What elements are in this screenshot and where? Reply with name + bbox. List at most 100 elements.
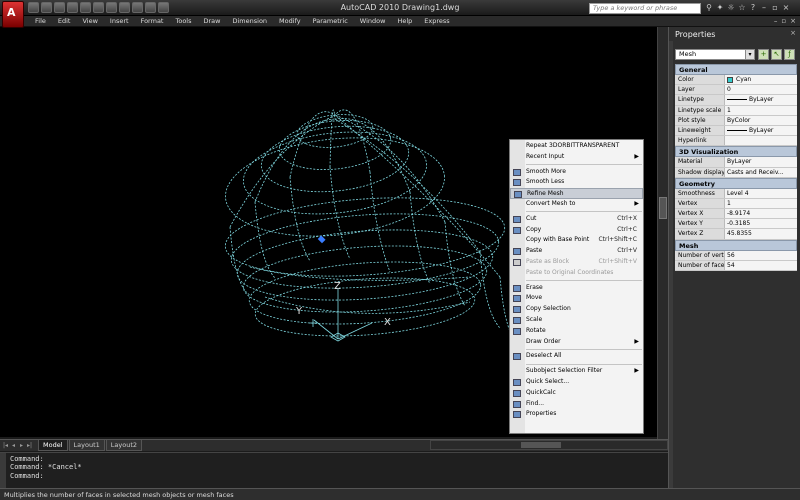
section-mesh[interactable]: Mesh [675,239,797,251]
steering-wheel-icon[interactable] [145,2,156,13]
menu-item-copy[interactable]: Copy Ctrl+C [510,225,643,236]
maximize-icon[interactable]: ▫ [770,2,780,13]
menu-dimension[interactable]: Dimension [226,16,273,27]
help-icon[interactable]: ? [748,2,758,13]
palette-side-strip[interactable] [669,41,673,488]
communication-icon[interactable]: ☼ [726,2,736,13]
menu-window[interactable]: Window [354,16,392,27]
doc-restore-icon[interactable]: ▫ [781,16,786,27]
menu-tools[interactable]: Tools [169,16,197,27]
first-tab-icon[interactable]: |◂ [2,441,9,450]
last-tab-icon[interactable]: ▸| [26,441,33,450]
menu-item-move[interactable]: Move [510,293,643,304]
horizontal-scrollbar[interactable] [430,440,668,450]
section-3d-visualization[interactable]: 3D Visualization [675,146,797,158]
property-row[interactable]: Linetype scale 1 [675,105,797,116]
menu-edit[interactable]: Edit [52,16,77,27]
selected-vertex-grip[interactable] [317,235,326,244]
menu-item-subobject-selection-filter[interactable]: Subobject Selection Filter ▶ [510,366,643,377]
menu-help[interactable]: Help [391,16,418,27]
horizontal-scroll-thumb[interactable] [521,442,561,448]
search-icon[interactable]: ⚲ [704,2,714,13]
quick-select-icon[interactable]: ƒ [784,49,795,60]
menu-parametric[interactable]: Parametric [307,16,354,27]
tab-model[interactable]: Model [38,440,68,451]
tab-layout1[interactable]: Layout1 [68,440,105,451]
section-geometry[interactable]: Geometry [675,177,797,189]
menu-item-cut[interactable]: Cut Ctrl+X [510,214,643,225]
menu-item-paste[interactable]: Paste Ctrl+V [510,246,643,257]
property-value[interactable]: ByLayer [725,95,797,105]
property-row[interactable]: Lineweight ByLayer [675,125,797,137]
property-value[interactable]: Level 4 [725,188,797,198]
doc-minimize-icon[interactable]: – [774,16,778,27]
next-tab-icon[interactable]: ▸ [18,441,25,450]
property-value[interactable]: ByColor [725,115,797,125]
command-window-handle[interactable] [0,453,6,489]
selection-dropdown[interactable]: Mesh ▾ [675,49,755,60]
prev-tab-icon[interactable]: ◂ [10,441,17,450]
application-menu-button[interactable]: A [2,1,24,28]
property-row[interactable]: Number of faces 54 [675,260,797,271]
property-value[interactable]: ByLayer [725,157,797,167]
menu-item-refine-mesh[interactable]: Refine Mesh [510,188,643,199]
menu-modify[interactable]: Modify [273,16,307,27]
doc-close-icon[interactable]: × [790,16,796,27]
property-row[interactable]: Color Cyan [675,75,797,86]
property-value[interactable]: 1 [725,198,797,209]
menu-item-smooth-less[interactable]: Smooth Less [510,177,643,188]
menu-item-convert-mesh-to[interactable]: Convert Mesh to ▶ [510,199,643,210]
menu-express[interactable]: Express [418,16,455,27]
save-icon[interactable] [54,2,65,13]
property-row[interactable]: Vertex Y -0.3185 [675,219,797,230]
property-row[interactable]: Vertex 1 [675,198,797,210]
favorites-icon[interactable]: ☆ [737,2,747,13]
property-value[interactable]: -8.9174 [725,209,797,219]
menu-item-rotate[interactable]: Rotate [510,326,643,337]
menu-item-recent-input[interactable]: Recent Input ▶ [510,152,643,163]
section-general[interactable]: General [675,64,797,75]
vertical-scrollbar[interactable] [657,27,668,439]
menu-format[interactable]: Format [135,16,170,27]
subscription-icon[interactable]: ✦ [715,2,725,13]
menu-item-copy-with-base-point[interactable]: Copy with Base Point Ctrl+Shift+C [510,235,643,246]
pan-icon[interactable] [119,2,130,13]
menu-item-deselect-all[interactable]: Deselect All [510,351,643,362]
property-row[interactable]: Plot style ByColor [675,115,797,126]
menu-item-properties[interactable]: Properties [510,409,643,420]
chevron-down-icon[interactable]: ▾ [745,50,754,59]
showmotion-icon[interactable] [158,2,169,13]
property-value[interactable]: ByLayer [725,125,797,136]
toggle-pickadd-icon[interactable]: + [758,49,769,60]
property-value[interactable]: Cyan [725,75,797,85]
menu-item-quick-select[interactable]: Quick Select... [510,377,643,388]
property-row[interactable]: Linetype ByLayer [675,95,797,106]
tab-layout2[interactable]: Layout2 [105,440,142,451]
orbit-icon[interactable] [132,2,143,13]
redo-icon[interactable] [80,2,91,13]
property-value[interactable]: 54 [725,260,797,270]
menu-item-copy-selection[interactable]: Copy Selection [510,304,643,315]
property-value[interactable]: 0 [725,85,797,95]
property-row[interactable]: Vertex Z 45.8355 [675,229,797,240]
menu-insert[interactable]: Insert [104,16,135,27]
open-icon[interactable] [41,2,52,13]
property-value[interactable]: Casts and Receiv... [725,167,797,177]
menu-item-draw-order[interactable]: Draw Order ▶ [510,337,643,348]
zoom-icon[interactable] [106,2,117,13]
menu-view[interactable]: View [76,16,103,27]
property-value[interactable]: 45.8355 [725,229,797,239]
property-row[interactable]: Hyperlink [675,136,797,147]
menu-item-erase[interactable]: Erase [510,283,643,294]
menu-item-quickcalc[interactable]: QuickCalc [510,388,643,399]
select-objects-icon[interactable]: ↖ [771,49,782,60]
menu-item-smooth-more[interactable]: Smooth More [510,167,643,178]
menu-item-repeat-3dorbittransparent[interactable]: Repeat 3DORBITTRANSPARENT [510,141,643,152]
property-row[interactable]: Number of vert... 56 [675,250,797,261]
property-row[interactable]: Smoothness Level 4 [675,188,797,199]
palette-close-icon[interactable]: × [790,29,796,37]
menu-item-find[interactable]: Find... [510,399,643,410]
property-row[interactable]: Vertex X -8.9174 [675,209,797,220]
minimize-icon[interactable]: – [759,2,769,13]
undo-icon[interactable] [67,2,78,13]
